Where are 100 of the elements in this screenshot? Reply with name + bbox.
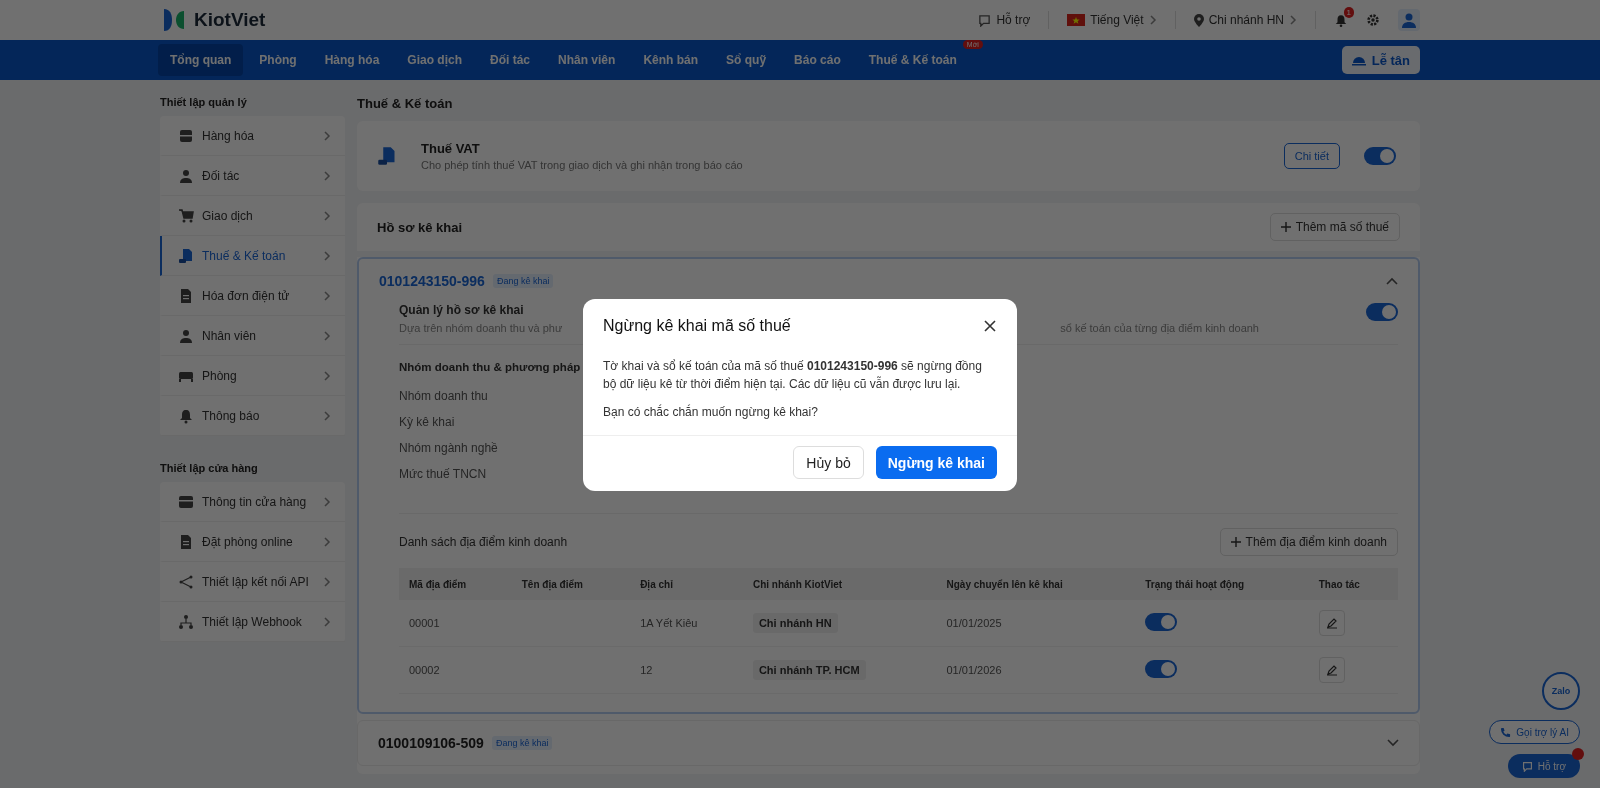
- sidebar-item[interactable]: Phòng: [160, 356, 345, 396]
- chevron-right-icon: [323, 536, 331, 547]
- bell-icon: [178, 407, 194, 424]
- branch-selector[interactable]: Chi nhánh HN: [1193, 13, 1297, 27]
- sidebar-item[interactable]: Thông báo: [160, 396, 345, 436]
- sidebar-item[interactable]: Nhân viên: [160, 316, 345, 356]
- chevron-down-icon[interactable]: [1387, 739, 1399, 747]
- notification-badge: 1: [1343, 6, 1354, 18]
- toggle-switch[interactable]: [1366, 303, 1398, 321]
- document-icon: [377, 146, 397, 166]
- bell-service-icon: [1351, 54, 1366, 66]
- field-label: Nhóm doanh thu: [399, 388, 488, 405]
- chevron-up-icon[interactable]: [1386, 277, 1398, 285]
- table-cell: 00001: [399, 600, 512, 647]
- close-button[interactable]: [983, 319, 997, 333]
- table-cell: 01/01/2026: [936, 646, 1136, 694]
- box-icon: [178, 127, 194, 144]
- toggle-switch[interactable]: [1364, 147, 1396, 165]
- table-cell: 12: [630, 646, 743, 694]
- nav-tab[interactable]: Đối tác: [478, 44, 543, 76]
- plus-icon: [1280, 222, 1291, 232]
- details-button[interactable]: Chi tiết: [1283, 143, 1340, 169]
- chevron-right-icon: [323, 170, 331, 181]
- sidebar-item[interactable]: Thông tin cửa hàng: [160, 482, 345, 522]
- sidebar-item[interactable]: Hàng hóa: [160, 116, 345, 156]
- document-icon: [178, 533, 194, 550]
- column-header: Trạng thái hoạt động: [1135, 568, 1309, 600]
- sidebar-item-label: Đối tác: [202, 168, 241, 183]
- sidebar-item-label: Giao dịch: [202, 208, 254, 223]
- nav-tab[interactable]: Giao dịch: [395, 44, 474, 76]
- sidebar-item-label: Thiết lập Webhook: [202, 614, 303, 629]
- nav-tab[interactable]: Báo cáo: [782, 44, 853, 76]
- location-pin-icon: [1193, 13, 1204, 27]
- chevron-right-icon: [323, 410, 331, 421]
- brand-name: KiotViet: [194, 9, 266, 31]
- nav-tab[interactable]: Tổng quan: [158, 44, 244, 76]
- nav-tab[interactable]: Sổ quỹ: [714, 44, 779, 76]
- edit-button[interactable]: [1318, 657, 1345, 683]
- add-location-button[interactable]: Thêm địa điểm kinh doanh: [1219, 528, 1398, 556]
- pencil-icon: [1325, 617, 1338, 629]
- column-header: Địa chỉ: [630, 568, 743, 600]
- table-cell: 01/01/2025: [936, 600, 1136, 647]
- add-tax-code-button[interactable]: Thêm mã số thuế: [1269, 213, 1400, 241]
- edit-button[interactable]: [1318, 610, 1345, 636]
- settings-icon[interactable]: [1366, 13, 1380, 27]
- sidebar-item[interactable]: Thiết lập Webhook: [160, 602, 345, 642]
- document-icon: [178, 247, 194, 264]
- sidebar-item[interactable]: Hóa đơn điện tử: [160, 276, 345, 316]
- nav-tab[interactable]: Kênh bán: [631, 44, 711, 76]
- sidebar-item-label: Phòng: [202, 368, 238, 383]
- support-button[interactable]: Hỗ trợ: [1507, 754, 1580, 778]
- cart-icon: [178, 207, 194, 224]
- document-icon: [178, 287, 194, 304]
- avatar-icon[interactable]: [1398, 9, 1420, 31]
- sidebar-item-label: Thiết lập kết nối API: [202, 574, 310, 589]
- language-selector[interactable]: Tiếng Việt: [1067, 13, 1157, 27]
- toggle-switch[interactable]: [1145, 660, 1178, 678]
- nav-tab[interactable]: Phòng: [247, 44, 309, 76]
- sidebar-item-label: Thuế & Kế toán: [202, 248, 287, 263]
- nav-tab[interactable]: Nhân viên: [546, 44, 628, 76]
- person-icon: [178, 167, 194, 184]
- bell-icon[interactable]: [1334, 12, 1348, 28]
- table-cell: 00002: [399, 646, 512, 694]
- sidebar-item[interactable]: Thuế & Kế toán: [160, 236, 345, 276]
- dialog-question: Bạn có chắc chắn muốn ngừng kê khai?: [602, 403, 819, 421]
- support-link[interactable]: Hỗ trợ: [978, 13, 1031, 27]
- toggle-switch[interactable]: [1145, 613, 1178, 631]
- zalo-button[interactable]: Zalo: [1542, 672, 1580, 710]
- chevron-right-icon: [323, 616, 331, 627]
- confirm-button[interactable]: Ngừng kê khai: [875, 446, 997, 479]
- sidebar-item[interactable]: Thiết lập kết nối API: [160, 562, 345, 602]
- cancel-button[interactable]: Hủy bỏ: [793, 446, 864, 479]
- column-header: Mã địa điểm: [399, 568, 512, 600]
- reception-button[interactable]: Lễ tân: [1341, 46, 1420, 74]
- chevron-right-icon: [323, 330, 331, 341]
- flag-icon: [1067, 14, 1086, 26]
- nav-tab[interactable]: Hàng hóa: [312, 44, 392, 76]
- chat-icon: [978, 13, 992, 27]
- chat-icon: [1521, 760, 1533, 772]
- management-title: Quản lý hồ sơ kê khai: [399, 303, 525, 317]
- field-label: Nhóm ngành nghề: [399, 440, 498, 457]
- store-icon: [178, 493, 194, 510]
- sidebar-item-label: Thông báo: [202, 408, 261, 423]
- chevron-right-icon: [323, 130, 331, 141]
- ai-assistant-button[interactable]: Gọi trợ lý AI: [1489, 720, 1580, 744]
- dialog-title: Ngừng kê khai mã số thuế: [603, 317, 791, 335]
- field-label: Mức thuế TNCN: [399, 466, 487, 483]
- caret-icon: [1289, 15, 1297, 25]
- chevron-right-icon: [323, 290, 331, 301]
- status-tag: Đang kê khai: [492, 274, 554, 288]
- tax-code: 0101243150-996: [379, 273, 485, 289]
- sidebar-item[interactable]: Đặt phòng online: [160, 522, 345, 562]
- column-header: Tên địa điểm: [511, 568, 631, 600]
- vat-description: Cho phép tính thuế VAT trong giao dịch và ghi nhận trong báo cáo: [421, 159, 744, 171]
- sidebar-item[interactable]: Đối tác: [160, 156, 345, 196]
- sidebar-item-label: Hàng hóa: [202, 128, 256, 143]
- column-header: Thao tác: [1308, 568, 1398, 600]
- column-header: Ngày chuyển lên kê khai: [936, 568, 1136, 600]
- sidebar-item-label: Thông tin cửa hàng: [202, 494, 308, 509]
- sidebar-item[interactable]: Giao dịch: [160, 196, 345, 236]
